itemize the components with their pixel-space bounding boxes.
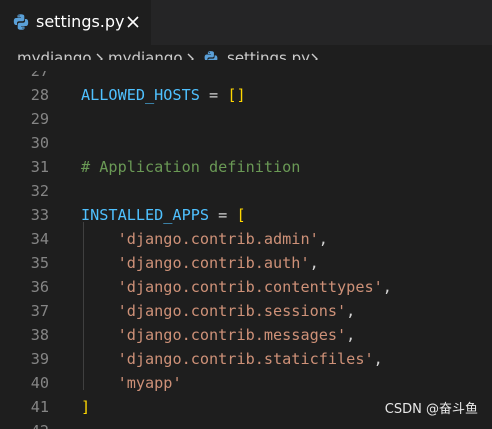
code-line-app-entry: 'myapp' bbox=[81, 371, 182, 395]
string-literal: 'django.contrib.staticfiles' bbox=[117, 350, 374, 368]
line-number: 34 bbox=[30, 230, 49, 248]
string-literal: 'django.contrib.auth' bbox=[117, 254, 310, 272]
comma: , bbox=[382, 278, 392, 296]
indent-guide bbox=[83, 222, 84, 390]
string-literal: 'django.contrib.admin' bbox=[117, 230, 319, 248]
code-line-comment: # Application definition bbox=[81, 155, 300, 179]
code-line-close-bracket: ] bbox=[81, 395, 90, 419]
code-line-app-entry: 'django.contrib.messages', bbox=[81, 323, 356, 347]
line-number: 32 bbox=[30, 182, 49, 200]
code-line-app-entry: 'django.contrib.staticfiles', bbox=[81, 347, 383, 371]
comma: , bbox=[346, 302, 356, 320]
code-line-allowed-hosts: ALLOWED_HOSTS = [] bbox=[81, 83, 246, 107]
comma: , bbox=[318, 230, 328, 248]
assignment-operator: = bbox=[199, 86, 228, 104]
string-literal: 'django.contrib.contenttypes' bbox=[117, 278, 383, 296]
comma: , bbox=[373, 350, 383, 368]
assignment-operator: = bbox=[209, 206, 237, 224]
string-literal: 'django.contrib.sessions' bbox=[117, 302, 347, 320]
line-number: 37 bbox=[30, 302, 49, 320]
line-number: 35 bbox=[30, 254, 49, 272]
variable-name: ALLOWED_HOSTS bbox=[81, 86, 200, 104]
open-bracket: [ bbox=[236, 206, 246, 224]
line-number: 30 bbox=[30, 134, 49, 152]
vscode-window: settings.py mydjango mydjango settings.p… bbox=[0, 0, 492, 429]
code-line-app-entry: 'django.contrib.admin', bbox=[81, 227, 328, 251]
code-line-app-entry: 'django.contrib.sessions', bbox=[81, 299, 356, 323]
code-line-installed-apps: INSTALLED_APPS = [ bbox=[81, 203, 246, 227]
line-number: 39 bbox=[30, 350, 49, 368]
variable-name: INSTALLED_APPS bbox=[81, 206, 210, 224]
tab-bar: settings.py bbox=[0, 0, 492, 45]
close-icon[interactable] bbox=[124, 13, 142, 31]
code-line-app-entry: 'django.contrib.auth', bbox=[81, 251, 319, 275]
code-editor[interactable]: 27 28 29 30 31 32 33 34 35 36 37 38 39 4… bbox=[0, 60, 492, 429]
list-literal: [] bbox=[227, 86, 246, 104]
editor-top-mask bbox=[0, 60, 492, 71]
comma: , bbox=[346, 326, 356, 344]
tab-label: settings.py bbox=[36, 12, 125, 31]
line-number: 36 bbox=[30, 278, 49, 296]
line-number: 42 bbox=[0, 419, 49, 429]
string-literal: 'myapp' bbox=[117, 374, 182, 392]
line-number: 41 bbox=[30, 398, 49, 416]
string-literal: 'django.contrib.messages' bbox=[117, 326, 347, 344]
comment-text: # Application definition bbox=[81, 158, 301, 176]
tab-settings-py[interactable]: settings.py bbox=[0, 0, 152, 45]
watermark-text: CSDN @奋斗鱼 bbox=[384, 402, 478, 417]
close-bracket: ] bbox=[81, 398, 91, 416]
line-number: 38 bbox=[30, 326, 49, 344]
line-number: 40 bbox=[30, 374, 49, 392]
line-number: 29 bbox=[30, 110, 49, 128]
line-number: 28 bbox=[30, 86, 49, 104]
code-line-app-entry: 'django.contrib.contenttypes', bbox=[81, 275, 392, 299]
comma: , bbox=[309, 254, 319, 272]
line-number: 31 bbox=[30, 158, 49, 176]
line-number: 33 bbox=[30, 206, 49, 224]
python-icon bbox=[13, 14, 29, 30]
